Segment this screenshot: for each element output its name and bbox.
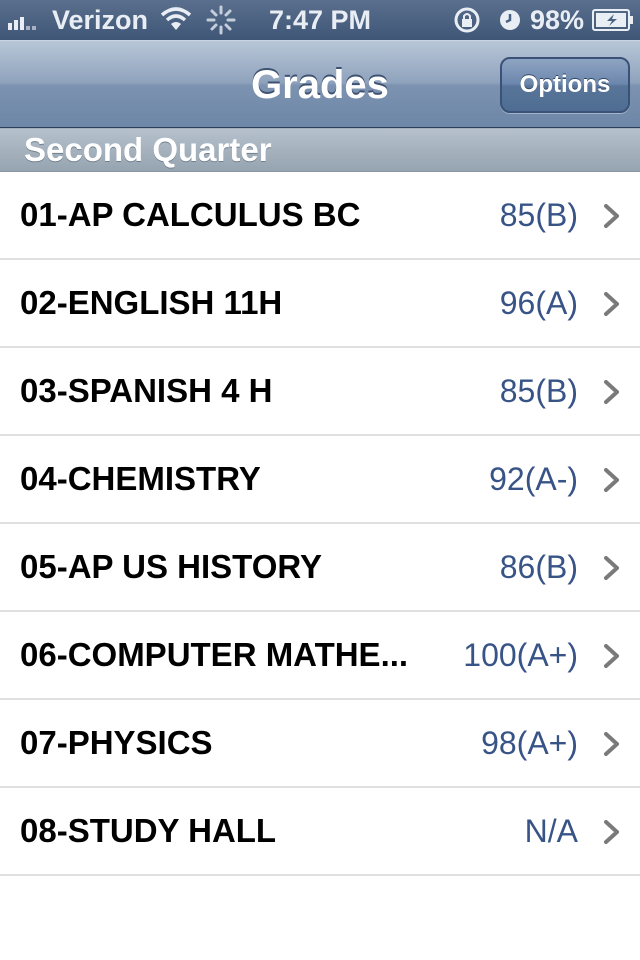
chevron-right-icon [604,820,619,844]
course-row[interactable]: 05-AP US HISTORY 86(B) [0,524,640,612]
grades-screen: Verizon 7:47 PM 98% Grades Options Secon… [0,0,640,960]
section-title: Second Quarter [24,131,272,168]
rotation-lock-icon [454,7,480,33]
course-row[interactable]: 02-ENGLISH 11H 96(A) [0,260,640,348]
course-name: 01-AP CALCULUS BC [20,196,361,233]
battery-icon [592,9,633,31]
course-row[interactable]: 01-AP CALCULUS BC 85(B) [0,172,640,260]
options-button[interactable]: Options [500,57,630,113]
chevron-right-icon [604,732,619,756]
course-name: 04-CHEMISTRY [20,460,261,497]
course-name: 02-ENGLISH 11H [20,284,283,321]
course-row[interactable]: 03-SPANISH 4 H 85(B) [0,348,640,436]
course-grade: 98(A+) [481,725,578,761]
course-row[interactable]: 06-COMPUTER MATHE... 100(A+) [0,612,640,700]
course-grade: 92(A-) [489,461,578,497]
chevron-right-icon [604,204,619,228]
course-name: 06-COMPUTER MATHE... [20,636,409,673]
course-grade: 85(B) [499,197,578,233]
course-row[interactable]: 04-CHEMISTRY 92(A-) [0,436,640,524]
course-name: 03-SPANISH 4 H [20,372,273,409]
course-name: 08-STUDY HALL [20,812,277,849]
course-grade: N/A [524,813,578,849]
chevron-right-icon [604,556,619,580]
course-list: 01-AP CALCULUS BC 85(B) 02-ENGLISH 11H 9… [0,172,640,876]
course-name: 05-AP US HISTORY [20,548,322,585]
status-bar: Verizon 7:47 PM 98% [0,0,640,40]
course-row[interactable]: 07-PHYSICS 98(A+) [0,700,640,788]
chevron-right-icon [604,644,619,668]
alarm-icon [500,10,520,30]
chevron-right-icon [604,468,619,492]
chevron-right-icon [604,380,619,404]
course-grade: 100(A+) [463,637,578,673]
course-grade: 85(B) [499,373,578,409]
section-header: Second Quarter [0,128,640,172]
course-row[interactable]: 08-STUDY HALL N/A [0,788,640,876]
chevron-right-icon [604,292,619,316]
course-grade: 86(B) [499,549,578,585]
navigation-bar: Grades Options [0,40,640,128]
course-name: 07-PHYSICS [20,724,213,761]
battery-percent: 98% [530,5,585,35]
course-grade: 96(A) [499,285,578,321]
